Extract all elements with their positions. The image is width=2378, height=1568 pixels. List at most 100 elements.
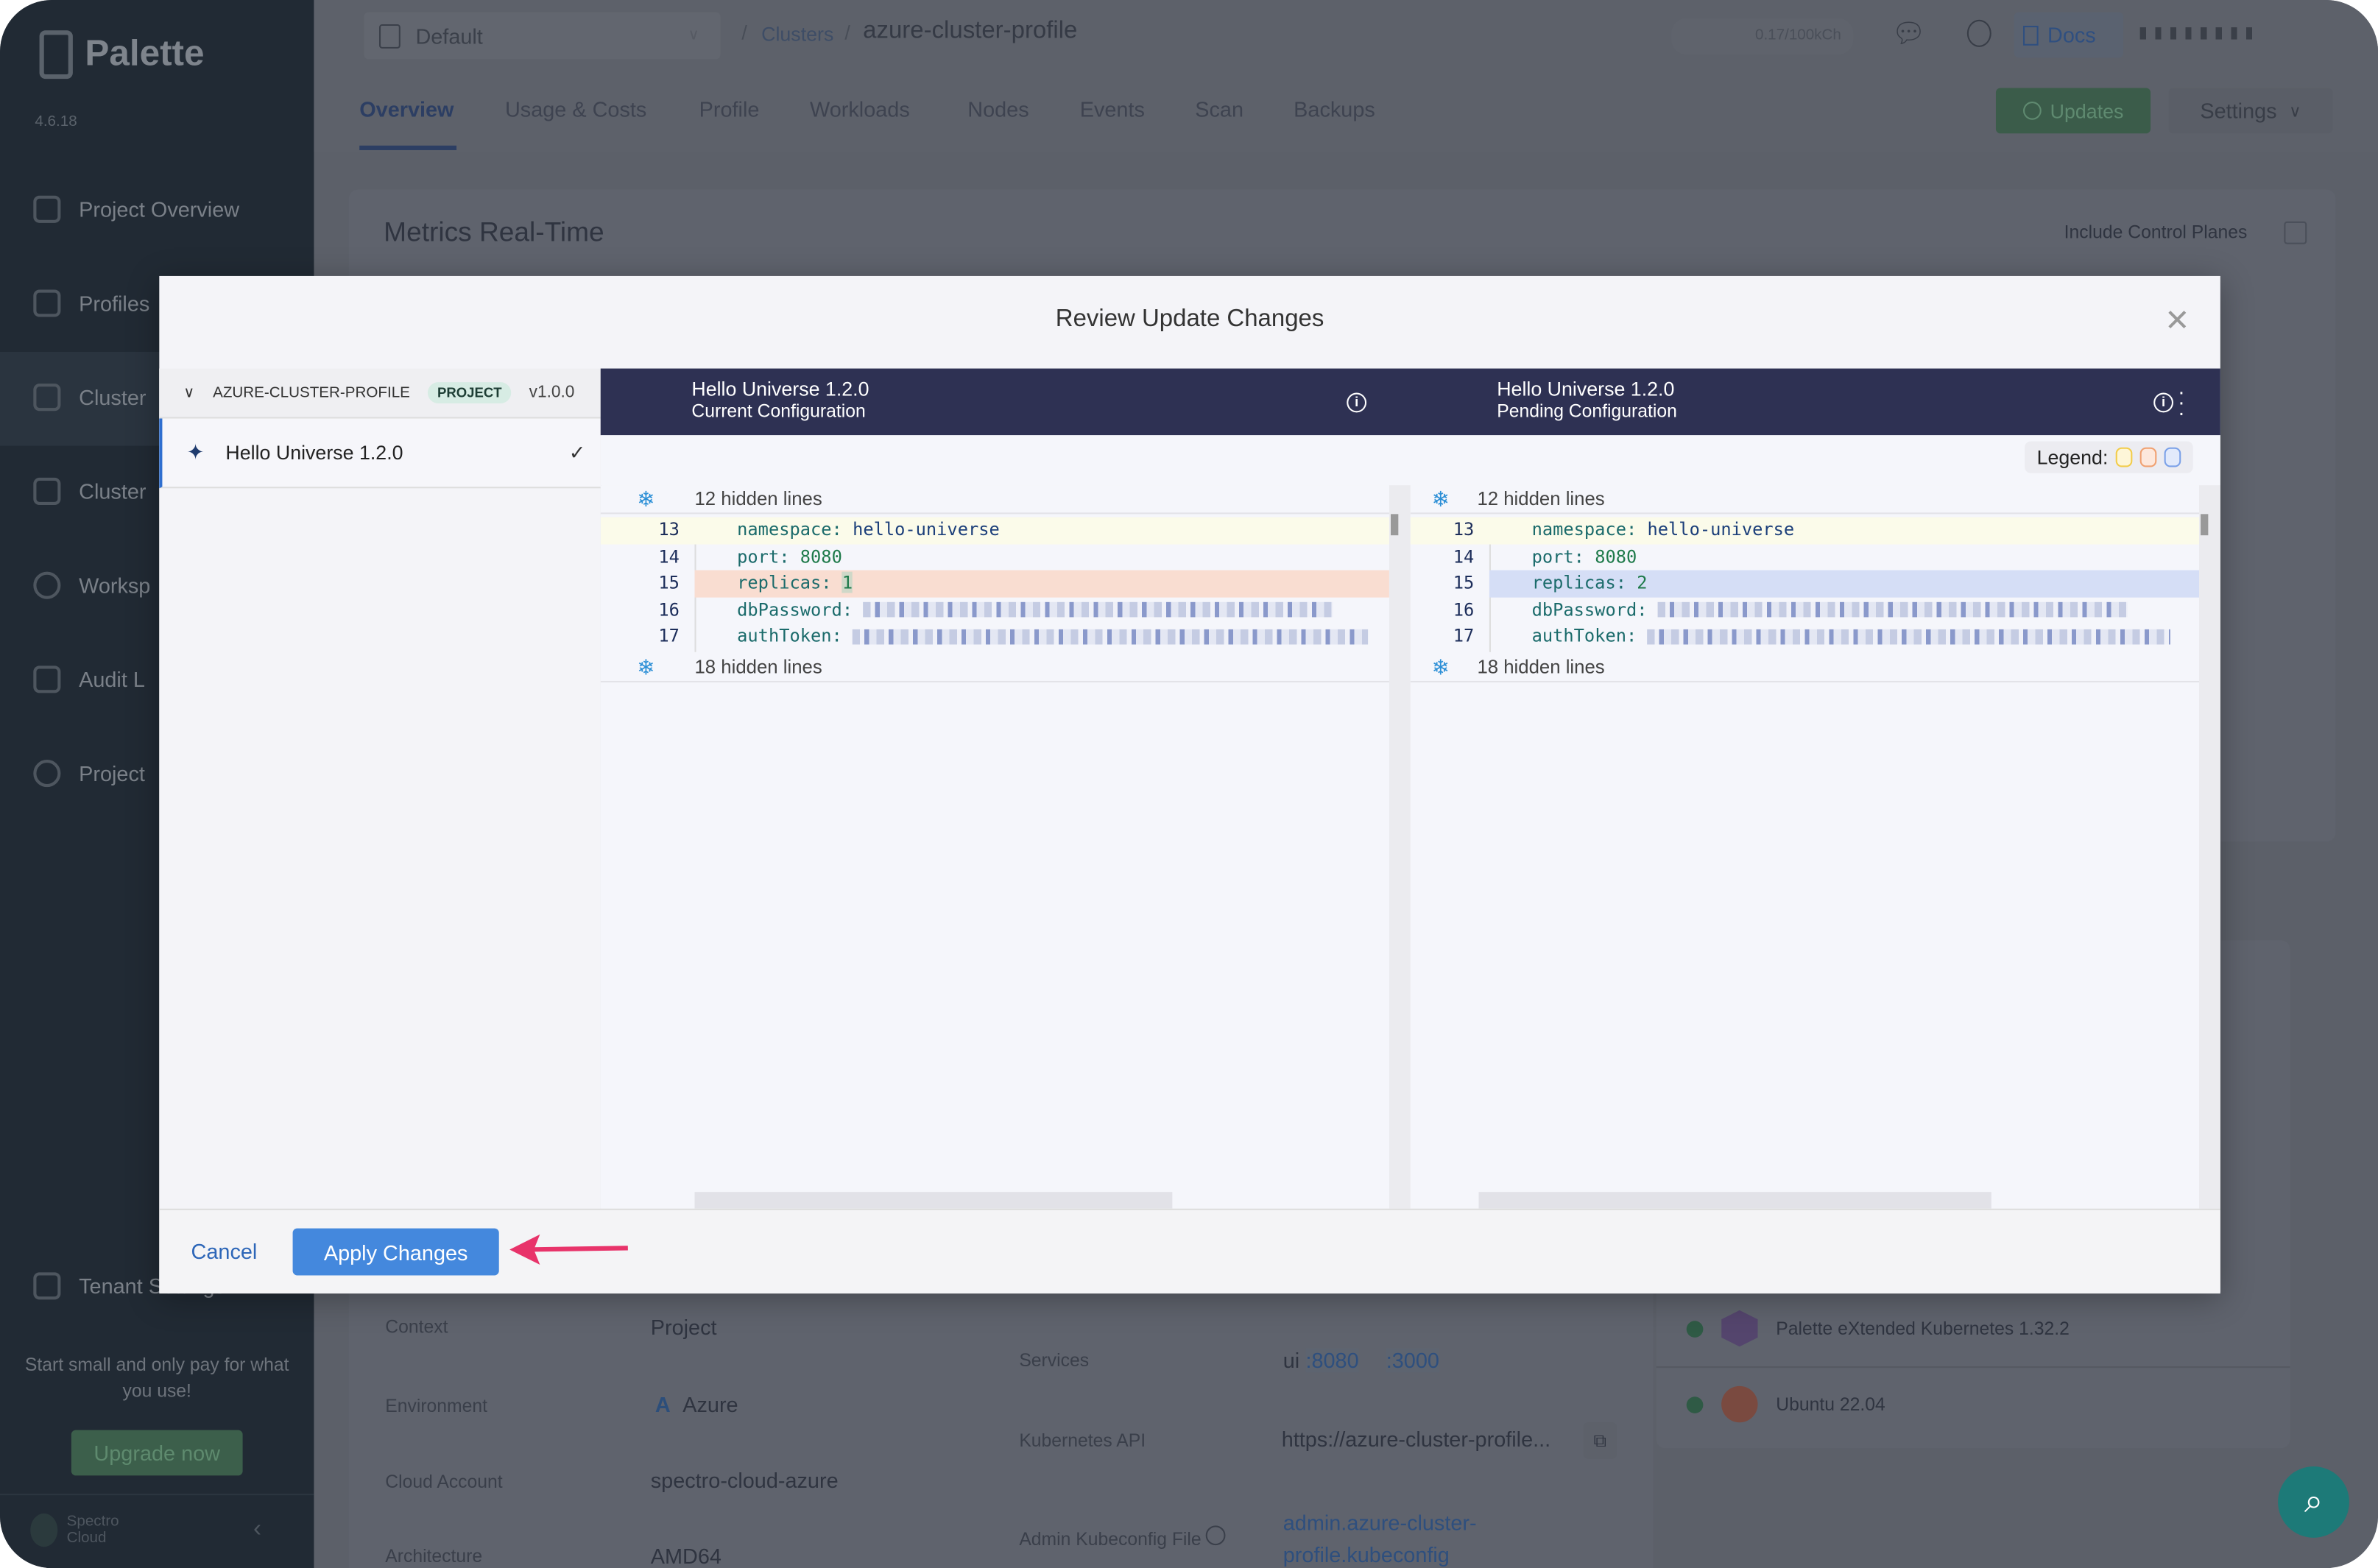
chevron-down-icon: ∨ <box>2289 102 2301 121</box>
tab-events[interactable]: Events <box>1080 97 1145 121</box>
expand-icon[interactable]: ❄ <box>1432 486 1478 512</box>
info-icon[interactable]: i <box>1347 392 1367 413</box>
code-line: 14 port: 8080 <box>1453 545 1637 567</box>
tab-profile[interactable]: Profile <box>699 97 760 121</box>
scope-badge: PROJECT <box>428 382 511 403</box>
sidebar-item-workspaces[interactable]: Worksp <box>33 571 150 599</box>
code-line: 17 authToken: <box>601 624 1389 650</box>
search-icon: ⌕ <box>2304 1481 2324 1520</box>
stack-icon <box>33 289 61 317</box>
user-menu[interactable] <box>2139 27 2262 40</box>
chevron-down-icon: ∨ <box>688 27 699 44</box>
ubuntu-icon <box>1721 1385 1758 1423</box>
port-3000-link[interactable]: :3000 <box>1386 1348 1439 1373</box>
palette-logo[interactable]: Palette <box>39 30 204 80</box>
kubernetes-icon <box>1721 1310 1758 1347</box>
expand-icon[interactable]: ❄ <box>637 486 694 512</box>
redacted-value <box>1647 628 2171 644</box>
copy-icon[interactable]: ⧉ <box>1583 1422 1617 1459</box>
code-line: 16 dbPassword: <box>601 597 1389 624</box>
layer-row[interactable]: Ubuntu 22.04 <box>1657 1366 2290 1442</box>
arrow-pointer-icon <box>509 1234 628 1265</box>
tab-nodes[interactable]: Nodes <box>967 97 1029 121</box>
pending-config-title: Hello Universe 1.2.0 <box>1497 377 1675 400</box>
expand-icon[interactable]: ❄ <box>1432 654 1478 680</box>
sidebar-item-audit-logs[interactable]: Audit L <box>33 665 145 693</box>
more-options-icon[interactable]: · · · <box>2178 381 2185 423</box>
layer-row[interactable]: Palette eXtended Kubernetes 1.32.2 <box>1656 1290 2290 1369</box>
version: 4.6.18 <box>35 113 77 131</box>
docs-button[interactable]: Docs <box>2014 12 2123 58</box>
cancel-button[interactable]: Cancel <box>191 1239 258 1263</box>
expand-icon[interactable]: ❄ <box>637 654 694 680</box>
vertical-scrollbar[interactable] <box>2199 485 2220 1209</box>
port-8080-link[interactable]: :8080 <box>1305 1348 1359 1373</box>
sidebar-item-project-settings[interactable]: Project <box>33 760 145 788</box>
apply-changes-button[interactable]: Apply Changes <box>292 1228 499 1276</box>
hidden-lines-bottom[interactable]: ❄ 18 hidden lines <box>1410 654 2199 682</box>
upgrade-icon <box>2022 102 2042 120</box>
active-tab-indicator <box>359 145 457 150</box>
include-control-planes-label: Include Control Planes <box>2064 221 2248 243</box>
current-config-editor[interactable]: ❄ 12 hidden lines 13 namespace: hello-univ… <box>600 485 1389 1209</box>
sidebar-item-profiles[interactable]: Profiles <box>33 289 149 317</box>
sidebar-item-cluster-groups[interactable]: Cluster <box>33 477 147 505</box>
kubernetes-api-label: Kubernetes API <box>1019 1430 1146 1452</box>
vertical-scrollbar[interactable] <box>1389 485 1411 1209</box>
code-line: 13 namespace: hello-universe <box>1410 517 2199 544</box>
cloud-account-value: spectro-cloud-azure <box>650 1468 839 1493</box>
architecture-value: AMD64 <box>650 1544 721 1568</box>
current-config-subtitle: Current Configuration <box>691 400 866 422</box>
metrics-title: Metrics Real-Time <box>384 216 604 247</box>
diff-toolbar <box>600 435 2220 486</box>
project-selector[interactable]: Default ∨ <box>364 12 721 60</box>
chevron-down-icon: ∨ <box>183 384 195 401</box>
legend: Legend: <box>2025 441 2193 473</box>
kubeconfig-download-link[interactable]: admin.azure-cluster-profile.kubeconfig <box>1283 1508 1477 1568</box>
usage-meter[interactable]: 0.17/100kCh <box>1671 18 1854 55</box>
status-dot <box>1686 1320 1704 1337</box>
hello-universe-pack-icon: ✦ <box>186 439 205 465</box>
spectro-logo-icon <box>30 1513 58 1547</box>
code-line: 16 dbPassword: <box>1411 597 2199 624</box>
sidebar-item-project-overview[interactable]: Project Overview <box>33 195 239 223</box>
updates-button[interactable]: Updates <box>1995 88 2151 134</box>
pending-config-editor[interactable]: ❄ 12 hidden lines 13 namespace: hello-univ… <box>1410 485 2199 1209</box>
close-icon[interactable]: ✕ <box>2164 306 2190 336</box>
check-icon: ✓ <box>568 440 586 464</box>
profile-group-header[interactable]: ∨ AZURE-CLUSTER-PROFILE PROJECT v1.0.0 <box>159 368 601 419</box>
help-search-button[interactable]: ⌕ <box>2278 1466 2349 1538</box>
upgrade-button[interactable]: Upgrade now <box>71 1430 243 1476</box>
breadcrumb-clusters[interactable]: Clusters <box>761 23 833 46</box>
tab-usage-costs[interactable]: Usage & Costs <box>505 97 646 121</box>
pack-list-item[interactable]: ✦ Hello Universe 1.2.0 ✓ <box>159 418 601 489</box>
legend-swatch-unchanged <box>2115 447 2133 467</box>
redacted-value <box>853 628 1369 644</box>
promo-text: Start small and only pay for what you us… <box>24 1354 289 1402</box>
chat-icon[interactable]: 💬︎ <box>1891 18 1926 50</box>
profile-list-panel: ∨ AZURE-CLUSTER-PROFILE PROJECT v1.0.0 ✦… <box>159 368 602 1209</box>
horizontal-scrollbar[interactable] <box>694 1192 1173 1209</box>
include-control-planes-checkbox[interactable] <box>2284 221 2307 244</box>
collapse-sidebar-icon[interactable]: ‹ <box>253 1516 261 1544</box>
hidden-lines-top[interactable]: ❄ 12 hidden lines <box>1410 485 2199 515</box>
tab-scan[interactable]: Scan <box>1195 97 1243 121</box>
azure-icon: A <box>655 1392 671 1417</box>
info-icon[interactable]: i <box>2153 392 2173 413</box>
hidden-lines-top[interactable]: ❄ 12 hidden lines <box>600 485 1389 515</box>
diff-header: Hello Universe 1.2.0 Current Configuratio… <box>600 368 2220 436</box>
sidebar-item-clusters[interactable]: Cluster <box>33 384 147 412</box>
tab-overview[interactable]: Overview <box>359 97 454 121</box>
settings-dropdown[interactable]: Settings ∨ <box>2168 88 2333 134</box>
context-value: Project <box>650 1315 717 1339</box>
gear-icon <box>33 760 61 788</box>
architecture-label: Architecture <box>385 1545 483 1567</box>
horizontal-scrollbar[interactable] <box>1478 1192 1991 1209</box>
tab-backups[interactable]: Backups <box>1294 97 1375 121</box>
logo-icon <box>39 30 73 80</box>
status-dot <box>1686 1396 1704 1413</box>
compass-icon[interactable] <box>1966 19 1991 47</box>
tab-workloads[interactable]: Workloads <box>810 97 910 121</box>
hidden-lines-bottom[interactable]: ❄ 18 hidden lines <box>600 654 1389 682</box>
legend-swatch-removed <box>2139 447 2157 467</box>
